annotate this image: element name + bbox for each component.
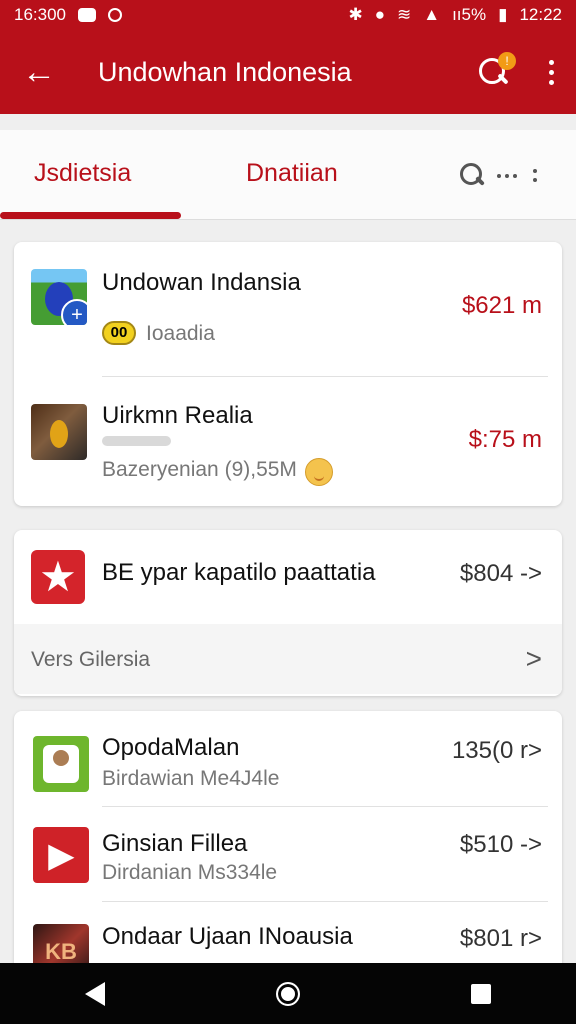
primary-row-2[interactable]: Uirkmn Realia Bazeryenian (9),55M $:75 m <box>14 377 562 506</box>
market-thumbnail-icon <box>31 404 87 460</box>
search-icon[interactable]: ! <box>477 52 516 88</box>
wifi-icon: ≋ <box>396 5 412 24</box>
primary-row-subtitle: Ioaadia <box>146 322 215 345</box>
nav-recents-icon[interactable] <box>470 983 491 1004</box>
tab-jsdietsia[interactable]: Jsdietsia <box>34 159 131 188</box>
more-vert-icon[interactable] <box>549 59 554 85</box>
notification-badge: ! <box>498 52 516 70</box>
system-navigation-bar <box>0 963 576 1024</box>
list-row-title: OpodaMalan <box>102 734 240 761</box>
primary-row-price: $621 m <box>461 292 542 319</box>
sport-thumbnail-icon: + <box>31 269 87 325</box>
primary-row-title: Uirkmn Realia <box>102 402 253 429</box>
page-title: Undowhan Indonesia <box>98 56 352 87</box>
offer-card: ★ BE ypar kapatilo paattatia $804 -> Ver… <box>14 530 562 696</box>
status-bar: 16:300 ✱ ● ≋ ▲ ıı5% ▮ 12:22 <box>0 0 576 30</box>
plus-icon: + <box>61 299 87 325</box>
chevron-right-icon: > <box>525 643 542 674</box>
list-row-price: $801 r> <box>459 925 542 952</box>
status-left: 16:300 <box>14 5 122 25</box>
signal-icon: ▲ <box>423 5 441 24</box>
play-logo-icon: ▶ <box>33 827 89 883</box>
primary-row-title: Undowan Indansia <box>102 269 301 296</box>
smile-icon <box>305 458 333 486</box>
back-arrow-icon[interactable]: ← <box>22 53 70 92</box>
portrait-logo-icon <box>33 736 89 792</box>
list-row-subtitle: Birdawian Me4J4le <box>102 767 280 790</box>
list-row-subtitle: Dirdanian Ms334le <box>102 861 278 884</box>
star-icon: ★ <box>31 550 85 604</box>
bluetooth-icon: ✱ <box>348 5 363 24</box>
app-bar: ← Undowhan Indonesia ! <box>0 30 576 114</box>
tab-more-icon[interactable] <box>497 169 537 182</box>
tab-search-icon[interactable] <box>458 161 486 189</box>
status-time-right: 12:22 <box>519 5 562 24</box>
primary-row-price: $:75 m <box>468 426 542 453</box>
app-bar-actions: ! <box>477 52 554 88</box>
alarm-icon: ● <box>374 5 385 24</box>
offer-price: $804 -> <box>459 560 542 587</box>
list-row-title: Ginsian Fillea <box>102 830 248 857</box>
battery-percent: ıı5% <box>452 5 487 24</box>
battery-icon: ▮ <box>498 5 508 24</box>
list-row-title: Ondaar Ujaan INoausia <box>102 923 353 950</box>
nav-home-icon[interactable] <box>275 981 300 1006</box>
status-time-left: 16:300 <box>14 5 66 24</box>
nav-back-icon[interactable] <box>85 981 106 1006</box>
status-right: ✱ ● ≋ ▲ ıı5% ▮ 12:22 <box>348 5 562 25</box>
offer-footer-label: Vers Gilersia <box>31 648 151 671</box>
list-card: OpodaMalan Birdawian Me4J4le 135(0 r> ▶ … <box>14 711 562 981</box>
badge-icon: 00 <box>102 321 136 345</box>
target-icon <box>108 8 122 22</box>
primary-card: + Undowan Indansia 00 Ioaadia $621 m Uir… <box>14 242 562 506</box>
tab-search-handle <box>475 176 485 186</box>
offer-footer[interactable]: Vers Gilersia > <box>14 624 562 694</box>
message-icon <box>78 8 96 22</box>
placeholder-bar <box>102 436 171 446</box>
list-row-price: 135(0 r> <box>451 737 542 764</box>
list-row-2[interactable]: ▶ Ginsian Fillea Dirdanian Ms334le $510 … <box>14 807 562 901</box>
list-row-1[interactable]: OpodaMalan Birdawian Me4J4le 135(0 r> <box>14 711 562 806</box>
tab-dnatiian[interactable]: Dnatiian <box>246 159 338 188</box>
active-tab-indicator <box>0 212 181 219</box>
list-row-price: $510 -> <box>459 831 542 858</box>
offer-title: BE ypar kapatilo paattatia <box>102 559 376 586</box>
tab-bar: Jsdietsia Dnatiian <box>0 130 576 220</box>
primary-row-subtitle: Bazeryenian (9),55M <box>102 458 297 481</box>
primary-row-1[interactable]: + Undowan Indansia 00 Ioaadia $621 m <box>14 242 562 376</box>
offer-row[interactable]: ★ BE ypar kapatilo paattatia $804 -> <box>14 530 562 624</box>
